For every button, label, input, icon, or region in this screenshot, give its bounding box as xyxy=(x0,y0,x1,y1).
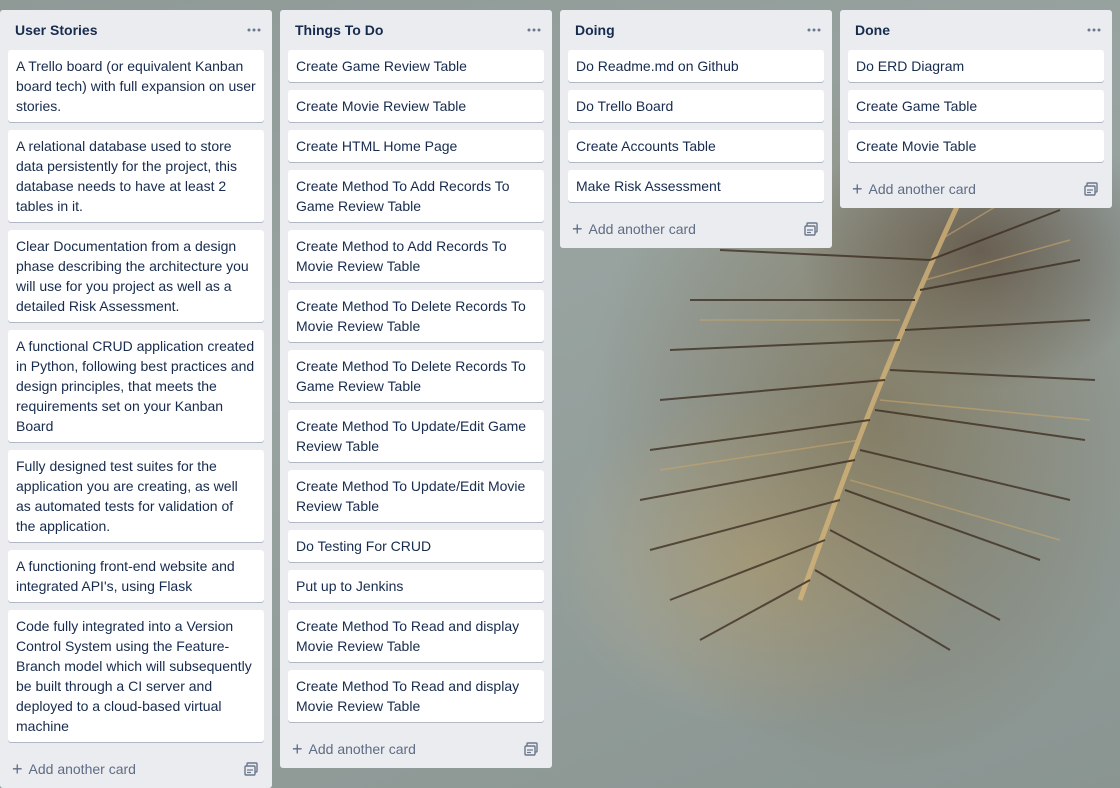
card[interactable]: Create Method to Add Records To Movie Re… xyxy=(288,230,544,282)
card-list: Do Readme.md on Github Do Trello Board C… xyxy=(560,50,832,202)
card[interactable]: Create Method To Delete Records To Movie… xyxy=(288,290,544,342)
plus-icon: + xyxy=(292,739,303,759)
card-template-icon[interactable] xyxy=(804,222,818,236)
list-doing: Doing Do Readme.md on Github Do Trello B… xyxy=(560,10,832,248)
list-header: Done xyxy=(840,10,1112,50)
card-list: Create Game Review Table Create Movie Re… xyxy=(280,50,552,722)
list-header: User Stories xyxy=(0,10,272,50)
add-card-label: Add another card xyxy=(308,741,416,757)
card-list: Do ERD Diagram Create Game Table Create … xyxy=(840,50,1112,162)
card[interactable]: Make Risk Assessment xyxy=(568,170,824,202)
card[interactable]: A functional CRUD application created in… xyxy=(8,330,264,442)
card[interactable]: A Trello board (or equivalent Kanban boa… xyxy=(8,50,264,122)
more-horizontal-icon[interactable] xyxy=(244,20,264,40)
add-card-button[interactable]: + Add another card xyxy=(292,740,416,758)
add-card-button[interactable]: + Add another card xyxy=(572,220,696,238)
list-header: Things To Do xyxy=(280,10,552,50)
card[interactable]: Create Method To Add Records To Game Rev… xyxy=(288,170,544,222)
list-user-stories: User Stories A Trello board (or equivale… xyxy=(0,10,272,788)
list-footer: + Add another card xyxy=(840,170,1112,208)
card[interactable]: Create Method To Delete Records To Game … xyxy=(288,350,544,402)
plus-icon: + xyxy=(852,179,863,199)
more-horizontal-icon[interactable] xyxy=(1084,20,1104,40)
add-card-label: Add another card xyxy=(28,761,136,777)
plus-icon: + xyxy=(12,759,23,779)
card-template-icon[interactable] xyxy=(244,762,258,776)
card[interactable]: Do ERD Diagram xyxy=(848,50,1104,82)
card[interactable]: Create Movie Table xyxy=(848,130,1104,162)
card[interactable]: Create HTML Home Page xyxy=(288,130,544,162)
card[interactable]: Create Game Review Table xyxy=(288,50,544,82)
more-horizontal-icon[interactable] xyxy=(804,20,824,40)
list-title: Doing xyxy=(575,22,615,38)
add-card-button[interactable]: + Add another card xyxy=(852,180,976,198)
card[interactable]: Create Movie Review Table xyxy=(288,90,544,122)
card[interactable]: Code fully integrated into a Version Con… xyxy=(8,610,264,742)
card[interactable]: Clear Documentation from a design phase … xyxy=(8,230,264,322)
card-list: A Trello board (or equivalent Kanban boa… xyxy=(0,50,272,742)
kanban-board: User Stories A Trello board (or equivale… xyxy=(0,0,1120,788)
card[interactable]: Create Accounts Table xyxy=(568,130,824,162)
list-things-to-do: Things To Do Create Game Review Table Cr… xyxy=(280,10,552,768)
card-template-icon[interactable] xyxy=(1084,182,1098,196)
list-footer: + Add another card xyxy=(0,750,272,788)
card[interactable]: Do Trello Board xyxy=(568,90,824,122)
add-card-label: Add another card xyxy=(588,221,696,237)
list-footer: + Add another card xyxy=(560,210,832,248)
card[interactable]: Create Method To Read and display Movie … xyxy=(288,670,544,722)
card[interactable]: A relational database used to store data… xyxy=(8,130,264,222)
more-horizontal-icon[interactable] xyxy=(524,20,544,40)
list-title: Done xyxy=(855,22,890,38)
add-card-button[interactable]: + Add another card xyxy=(12,760,136,778)
card[interactable]: Create Method To Read and display Movie … xyxy=(288,610,544,662)
card[interactable]: Fully designed test suites for the appli… xyxy=(8,450,264,542)
card[interactable]: Create Game Table xyxy=(848,90,1104,122)
list-header: Doing xyxy=(560,10,832,50)
card[interactable]: Create Method To Update/Edit Game Review… xyxy=(288,410,544,462)
card[interactable]: Create Method To Update/Edit Movie Revie… xyxy=(288,470,544,522)
card[interactable]: A functioning front-end website and inte… xyxy=(8,550,264,602)
card[interactable]: Do Testing For CRUD xyxy=(288,530,544,562)
list-done: Done Do ERD Diagram Create Game Table Cr… xyxy=(840,10,1112,208)
add-card-label: Add another card xyxy=(868,181,976,197)
list-footer: + Add another card xyxy=(280,730,552,768)
card[interactable]: Do Readme.md on Github xyxy=(568,50,824,82)
list-title: Things To Do xyxy=(295,22,384,38)
card[interactable]: Put up to Jenkins xyxy=(288,570,544,602)
plus-icon: + xyxy=(572,219,583,239)
card-template-icon[interactable] xyxy=(524,742,538,756)
list-title: User Stories xyxy=(15,22,98,38)
